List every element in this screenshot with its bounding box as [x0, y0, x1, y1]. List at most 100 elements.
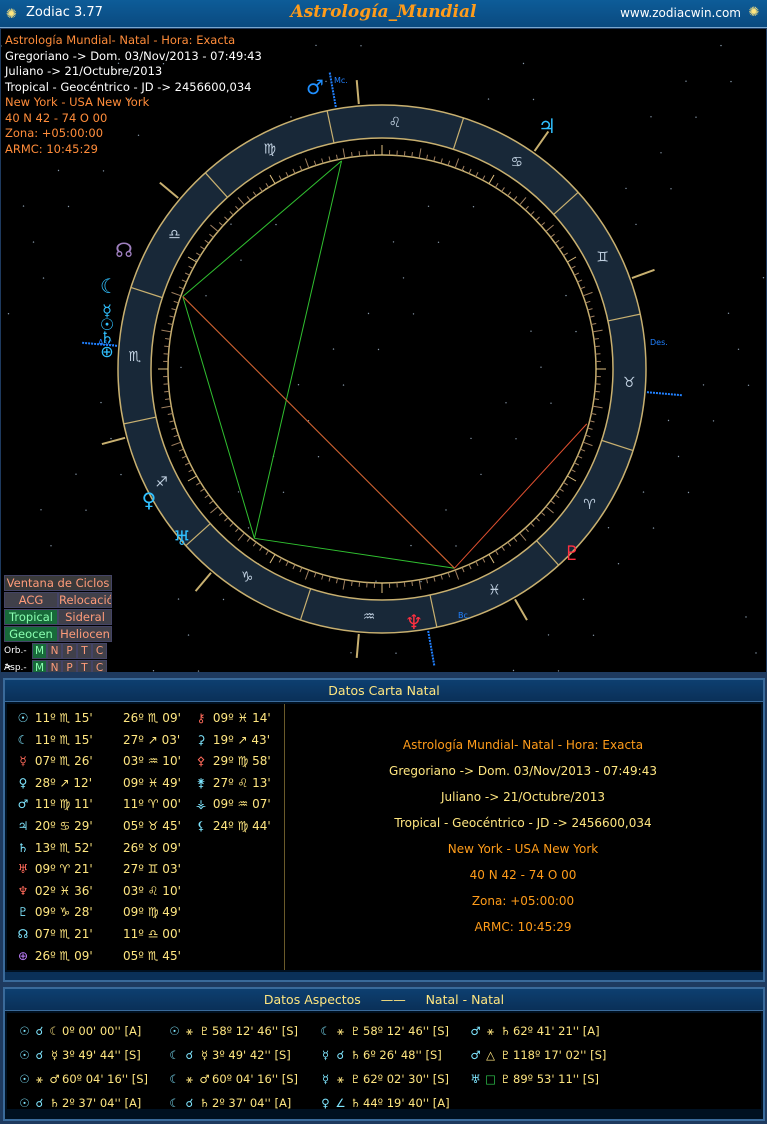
degree-tick	[545, 224, 554, 232]
asp-n-button[interactable]: N	[47, 660, 62, 672]
aspect-row[interactable]: ☉ ☌ ♄ 2º 37' 04'' [A]	[17, 1091, 148, 1115]
star-dot	[1, 45, 2, 47]
sideral-button[interactable]: Sideral	[58, 609, 112, 625]
star-dot	[582, 598, 585, 600]
ventana-ciclos-button[interactable]: Ventana de Ciclos	[4, 575, 112, 591]
aspect-row[interactable]: ☉ ☌ ☿ 3º 49' 44'' [S]	[17, 1043, 148, 1067]
position-value: 29º ♍ 58'	[209, 754, 271, 769]
degree-tick	[475, 171, 479, 177]
star-dot	[617, 563, 620, 565]
star-dot	[730, 80, 732, 83]
heliocen-button[interactable]: Heliocen	[58, 626, 112, 642]
degree-tick	[530, 522, 535, 527]
degree-tick	[482, 175, 486, 181]
aspect-row[interactable]: ☉ ⚹ ♇ 58º 12' 46'' [S]	[167, 1019, 298, 1043]
planet-node-icon[interactable]: ☊	[115, 238, 133, 262]
website-link[interactable]: www.zodiacwin.com	[620, 6, 741, 20]
planet-fortuna-icon[interactable]: ⊕	[100, 342, 113, 361]
star-dot	[532, 98, 535, 101]
aspect-row[interactable]: ♂ ⚹ ♄ 62º 41' 21'' [A]	[468, 1019, 606, 1043]
asp-p-button[interactable]: P	[62, 660, 77, 672]
house-cusp-line	[355, 633, 360, 658]
degree-tick	[188, 265, 194, 269]
aspect-row[interactable]: ☿ ☌ ♄ 6º 26' 48'' [S]	[318, 1043, 450, 1067]
aspect-glyph-icon: ⚹	[337, 1072, 344, 1086]
planet-neptune-icon[interactable]: ♆	[405, 610, 423, 634]
position-value: 09º ♒ 07'	[209, 797, 271, 812]
star-dot	[512, 669, 515, 672]
star-dot	[332, 348, 335, 350]
header-line: 40 N 42 - 74 O 00	[5, 110, 108, 125]
zodiac-sign-icon: ♌	[389, 115, 402, 131]
asp-t-button[interactable]: T	[77, 660, 92, 672]
star-dot	[222, 598, 225, 601]
planet-glyph-icon: ⊕	[17, 948, 29, 963]
aspect-row[interactable]: ☾ ☌ ☿ 3º 49' 42'' [S]	[167, 1043, 298, 1067]
degree-tick	[167, 413, 173, 416]
degree-tick	[259, 187, 263, 192]
aspect-value: 58º 12' 46'' [S]	[212, 1024, 299, 1038]
orb-m-button[interactable]: M	[32, 643, 47, 659]
planet-mars-icon[interactable]: ♂	[306, 75, 324, 99]
planet-jupiter-icon[interactable]: ♃	[538, 114, 556, 138]
degree-tick	[563, 252, 568, 257]
close-icon[interactable]: ✺	[746, 5, 762, 21]
degree-tick	[468, 564, 472, 570]
acg-button[interactable]: ACG	[4, 592, 58, 608]
degree-tick	[237, 532, 245, 541]
aspect-row[interactable]: ♀ ∠ ♄ 44º 19' 40'' [A]	[318, 1091, 449, 1115]
degree-tick	[184, 462, 190, 466]
inner-ring	[150, 137, 614, 601]
star-dot	[670, 188, 672, 190]
orb-t-button[interactable]: T	[77, 643, 92, 659]
planet-pluto-icon[interactable]: ♇	[563, 541, 581, 565]
degree-tick	[235, 205, 240, 211]
degree-tick	[570, 469, 576, 473]
degree-tick	[351, 580, 353, 586]
position-value: 27º ♌ 13'	[209, 775, 271, 790]
position-value: 11º ♍ 11'	[31, 797, 93, 812]
degree-tick	[563, 481, 568, 486]
aspect-glyph-icon: □	[485, 1072, 496, 1086]
relocacion-button[interactable]: Relocación	[58, 592, 112, 608]
planet-venus-icon[interactable]: ♀	[142, 488, 157, 512]
degree-tick	[426, 154, 429, 160]
planet-glyph-icon: ☾	[49, 1024, 60, 1038]
orb-p-button[interactable]: P	[62, 643, 77, 659]
zodiac-sign-icon: ♏	[129, 349, 142, 365]
orb-c-button[interactable]: C	[92, 643, 107, 659]
position-row: ♆ 02º ♓ 36'	[15, 881, 93, 903]
star-dot	[50, 545, 52, 547]
aspect-row[interactable]: ☾ ⚹ ♂ 60º 04' 16'' [S]	[167, 1067, 298, 1091]
aspect-row[interactable]: ☾ ⚹ ♇ 58º 12' 46'' [S]	[318, 1019, 450, 1043]
aspect-row[interactable]: ☉ ☌ ☾ 0º 00' 00'' [A]	[17, 1019, 148, 1043]
position-row: 09º ♍ 49'	[123, 902, 181, 924]
position-row: ⚶ 09º ♒ 07'	[193, 794, 271, 816]
degree-tick	[587, 308, 593, 311]
tropical-button[interactable]: Tropical	[4, 609, 58, 625]
planet-uranus-icon[interactable]: ♅	[173, 526, 191, 550]
aspect-row[interactable]: ♅ □ ♇ 89º 53' 11'' [S]	[468, 1067, 606, 1091]
aspect-row[interactable]: ♂ △ ♇ 118º 17' 02'' [S]	[468, 1043, 606, 1067]
star-dot	[237, 491, 240, 493]
position-row: ⊕ 26º ♏ 09'	[15, 946, 93, 968]
aspect-row[interactable]: ☾ ☌ ♄ 2º 37' 04'' [A]	[167, 1091, 298, 1115]
cusp-value: 26º ♉ 09'	[123, 840, 181, 855]
natal-info-line: Juliano -> 21/Octubre/2013	[440, 790, 606, 804]
zodiac-app-icon[interactable]: ✺	[6, 7, 20, 22]
planet-glyph-icon: ☾	[169, 1072, 180, 1086]
planet-glyph-icon: ♂	[49, 1072, 60, 1086]
aspect-value: 6º 26' 48'' [S]	[363, 1048, 442, 1062]
geocen-button[interactable]: Geocen	[4, 626, 58, 642]
degree-tick	[171, 291, 182, 297]
cusp-value: 03º ♌ 10'	[123, 883, 181, 898]
asp-m-button[interactable]: M	[32, 660, 47, 672]
aspect-row[interactable]: ☿ ⚹ ♇ 62º 02' 30'' [S]	[318, 1067, 450, 1091]
planet-moon-icon[interactable]: ☾	[100, 274, 118, 298]
position-row: ♂ 11º ♍ 11'	[15, 794, 93, 816]
position-row: ♃ 20º ♋ 29'	[15, 816, 93, 838]
orb-n-button[interactable]: N	[47, 643, 62, 659]
star-dot	[342, 384, 345, 386]
asp-c-button[interactable]: C	[92, 660, 107, 672]
aspect-row[interactable]: ☉ ⚹ ♂ 60º 04' 16'' [S]	[17, 1067, 148, 1091]
